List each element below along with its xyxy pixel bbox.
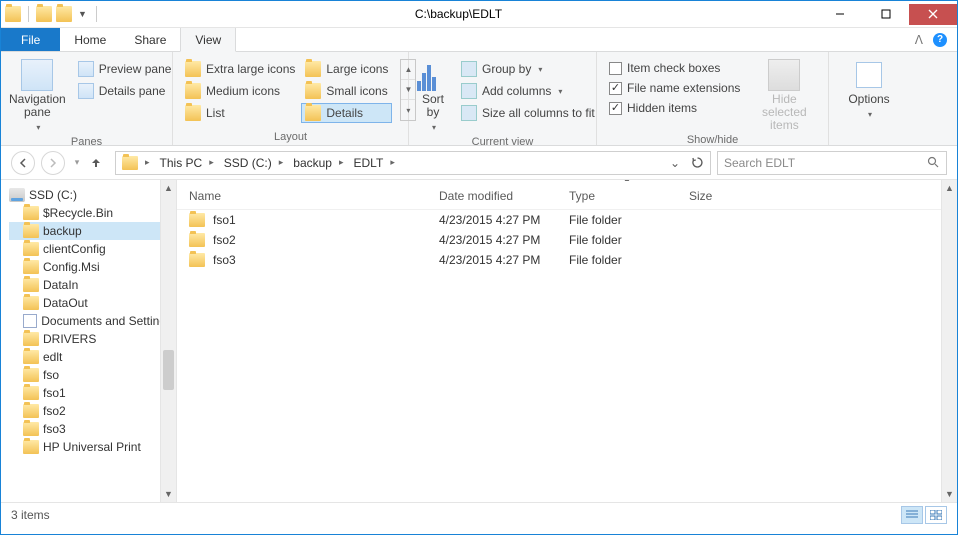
group-panes-label: Panes xyxy=(9,134,164,150)
breadcrumb-seg: backup▸ xyxy=(289,156,349,170)
add-columns-button[interactable]: Add columns▾ xyxy=(457,81,599,101)
title-bar: ▼ C:\backup\EDLT xyxy=(1,1,957,28)
search-placeholder: Search EDLT xyxy=(724,156,795,170)
hide-selected-button[interactable]: Hide selected items xyxy=(752,56,816,132)
content-area: SSD (C:)$Recycle.BinbackupclientConfigCo… xyxy=(1,180,957,502)
options-button[interactable]: Options▾ xyxy=(837,56,901,121)
details-pane-button[interactable]: Details pane xyxy=(74,81,176,101)
view-details-button[interactable] xyxy=(901,506,923,524)
menu-bar: File Home Share View ᐱ ? xyxy=(1,28,957,52)
col-size[interactable]: Size xyxy=(689,189,769,203)
address-dropdown[interactable]: ⌄ xyxy=(664,152,686,174)
layout-extra-large[interactable]: Extra large icons xyxy=(181,59,299,79)
tree-item[interactable]: DRIVERS xyxy=(9,330,176,348)
navigation-bar: ▾ ▸ This PC▸ SSD (C:)▸ backup▸ EDLT▸ ⌄ S… xyxy=(1,146,957,180)
tree-item[interactable]: Config.Msi xyxy=(9,258,176,276)
tree-item[interactable]: fso3 xyxy=(9,420,176,438)
qat-newfolder-icon[interactable] xyxy=(56,6,72,22)
table-row[interactable]: fso14/23/2015 4:27 PMFile folder xyxy=(189,210,945,230)
recent-dropdown[interactable]: ▾ xyxy=(71,153,83,173)
tree-item[interactable]: fso xyxy=(9,366,176,384)
layout-small[interactable]: Small icons xyxy=(301,81,392,101)
window-icon xyxy=(5,6,21,22)
qat-properties-icon[interactable] xyxy=(36,6,52,22)
tree-item[interactable]: edlt xyxy=(9,348,176,366)
preview-pane-button[interactable]: Preview pane xyxy=(74,59,176,79)
menu-share[interactable]: Share xyxy=(120,28,180,51)
tree-item[interactable]: clientConfig xyxy=(9,240,176,258)
forward-button[interactable] xyxy=(41,151,65,175)
menu-home[interactable]: Home xyxy=(60,28,120,51)
window-title: C:\backup\EDLT xyxy=(100,7,817,21)
search-box[interactable]: Search EDLT xyxy=(717,151,947,175)
tree-pane: SSD (C:)$Recycle.BinbackupclientConfigCo… xyxy=(1,180,177,502)
address-icon xyxy=(122,156,138,170)
table-row[interactable]: fso34/23/2015 4:27 PMFile folder xyxy=(189,250,945,270)
qat-dropdown[interactable]: ▼ xyxy=(76,9,89,19)
close-button[interactable] xyxy=(909,4,957,25)
tree-scrollbar[interactable]: ▲▼ xyxy=(160,180,176,502)
file-list: ▲ Name Date modified Type Size fso14/23/… xyxy=(177,180,957,502)
breadcrumb-seg: This PC▸ xyxy=(156,156,220,170)
group-showhide-label: Show/hide xyxy=(605,132,820,148)
tree-item[interactable]: backup xyxy=(9,222,176,240)
group-currentview-label: Current view xyxy=(417,134,588,150)
layout-list[interactable]: List xyxy=(181,103,299,123)
menu-view[interactable]: View xyxy=(180,28,236,52)
view-icons-button[interactable] xyxy=(925,506,947,524)
layout-medium[interactable]: Medium icons xyxy=(181,81,299,101)
menu-file[interactable]: File xyxy=(1,28,60,51)
group-by-button[interactable]: Group by▾ xyxy=(457,59,599,79)
tree-item[interactable]: $Recycle.Bin xyxy=(9,204,176,222)
tree-root[interactable]: SSD (C:) xyxy=(9,186,176,204)
layout-large[interactable]: Large icons xyxy=(301,59,392,79)
maximize-button[interactable] xyxy=(863,4,909,25)
item-checkboxes-toggle[interactable]: Item check boxes xyxy=(605,59,744,77)
col-name[interactable]: Name xyxy=(189,189,439,203)
tree-item[interactable]: DataOut xyxy=(9,294,176,312)
group-layout-label: Layout xyxy=(181,129,400,145)
col-modified[interactable]: Date modified xyxy=(439,189,569,203)
refresh-button[interactable] xyxy=(686,152,708,174)
ribbon: Navigation pane ▾ Preview pane Details p… xyxy=(1,52,957,146)
address-bar[interactable]: ▸ This PC▸ SSD (C:)▸ backup▸ EDLT▸ ⌄ xyxy=(115,151,711,175)
hidden-items-toggle[interactable]: Hidden items xyxy=(605,99,744,117)
search-icon xyxy=(927,156,940,169)
navigation-pane-button[interactable]: Navigation pane ▾ xyxy=(9,56,66,134)
col-type[interactable]: Type xyxy=(569,189,689,203)
tree-item[interactable]: HP Universal Print xyxy=(9,438,176,456)
status-count: 3 items xyxy=(11,508,50,522)
sort-by-button[interactable]: Sort by▾ xyxy=(417,56,449,134)
list-scrollbar[interactable]: ▲▼ xyxy=(941,180,957,502)
tree-item[interactable]: Documents and Settings xyxy=(9,312,176,330)
tree-item[interactable]: fso2 xyxy=(9,402,176,420)
file-ext-toggle[interactable]: File name extensions xyxy=(605,79,744,97)
up-button[interactable] xyxy=(89,156,109,170)
table-row[interactable]: fso24/23/2015 4:27 PMFile folder xyxy=(189,230,945,250)
status-bar: 3 items xyxy=(1,502,957,526)
back-button[interactable] xyxy=(11,151,35,175)
ribbon-collapse-icon[interactable]: ᐱ xyxy=(915,33,923,47)
tree-item[interactable]: fso1 xyxy=(9,384,176,402)
tree-item[interactable]: DataIn xyxy=(9,276,176,294)
size-columns-button[interactable]: Size all columns to fit xyxy=(457,103,599,123)
breadcrumb-seg: SSD (C:)▸ xyxy=(220,156,290,170)
breadcrumb-seg: EDLT▸ xyxy=(350,156,401,170)
layout-details[interactable]: Details xyxy=(301,103,392,123)
navigation-pane-label: Navigation pane xyxy=(9,93,66,119)
help-icon[interactable]: ? xyxy=(933,33,947,47)
minimize-button[interactable] xyxy=(817,4,863,25)
